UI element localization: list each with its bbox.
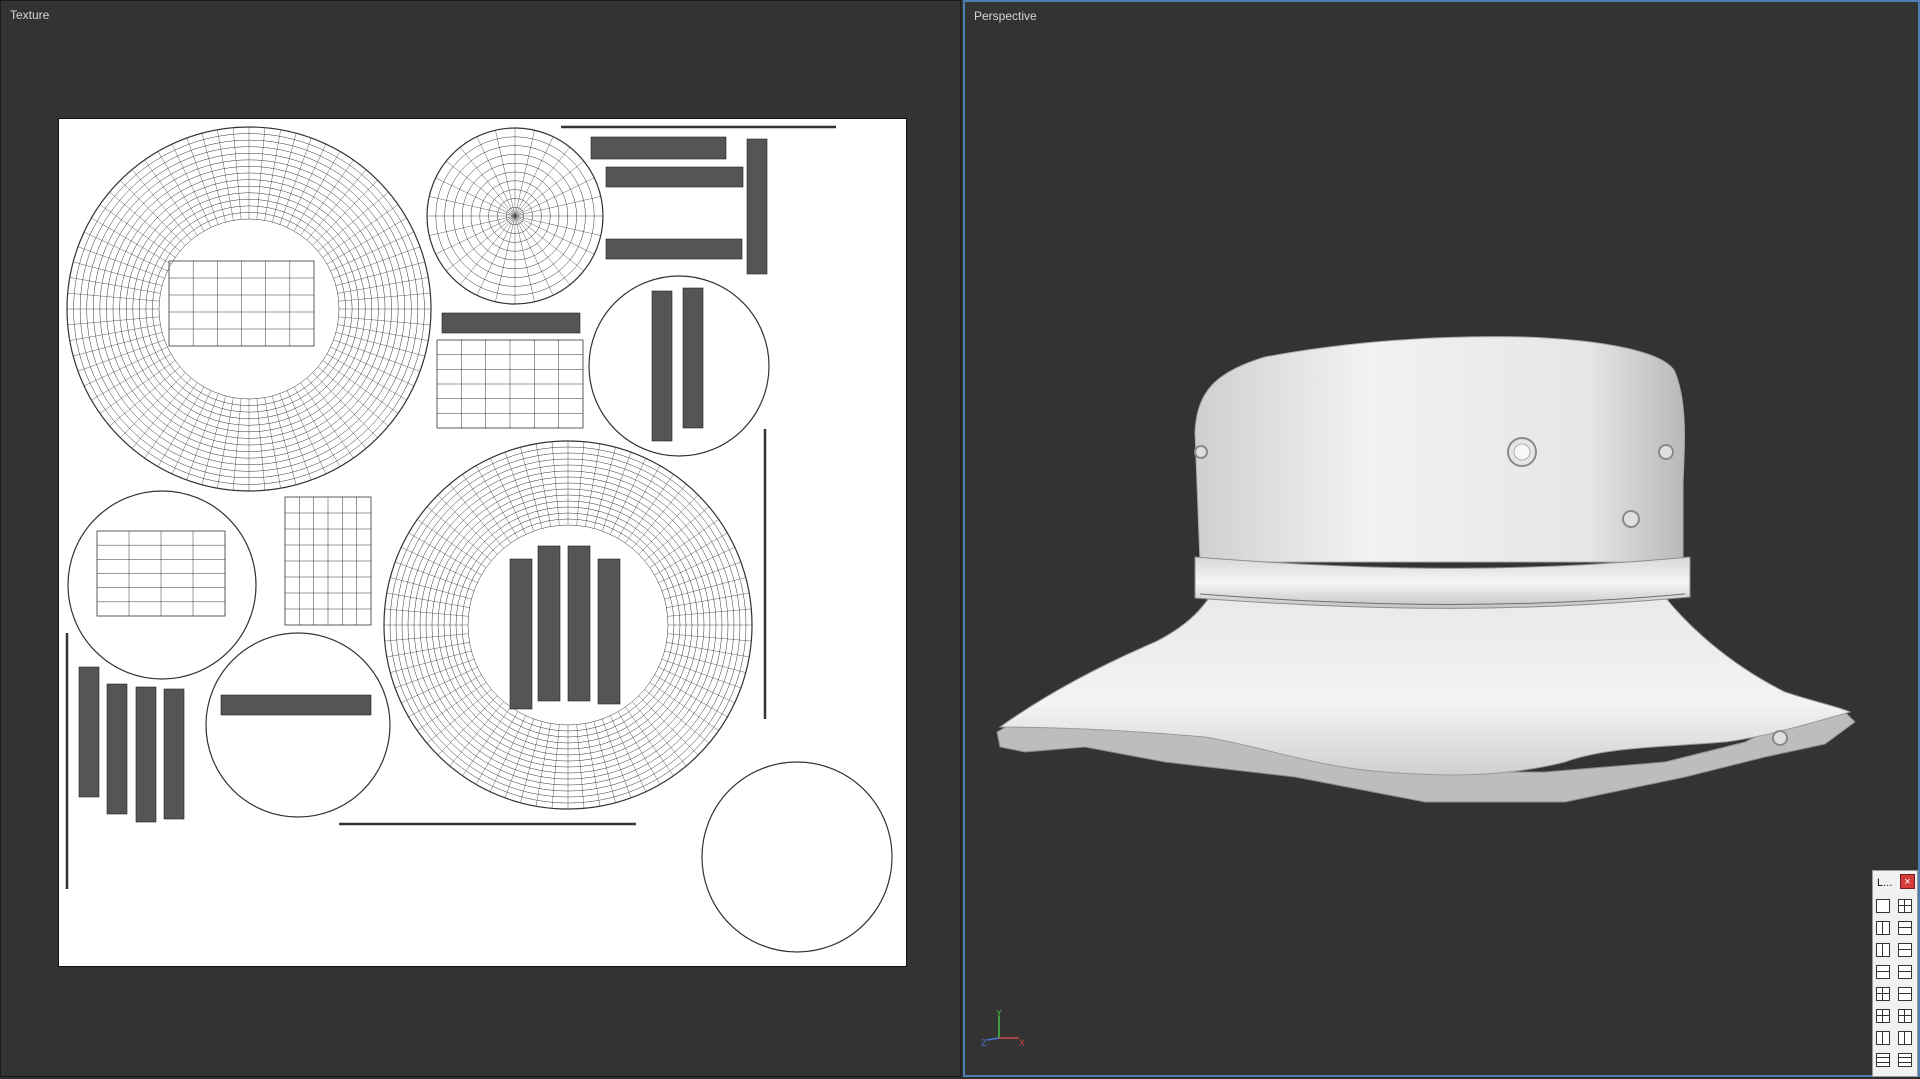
layout-three-top-icon[interactable] (1876, 1053, 1890, 1067)
texture-viewport[interactable]: Texture (0, 0, 961, 1077)
layout-split-vertical-icon[interactable] (1876, 921, 1890, 935)
layout-split-vertical-icon[interactable] (1876, 943, 1890, 957)
hat-band (1194, 556, 1691, 609)
layout-three-right-icon[interactable] (1898, 1031, 1912, 1045)
layout-quad-icon[interactable] (1876, 987, 1890, 1001)
axis-gizmo: Y Z X (981, 1010, 1025, 1048)
axis-z-label: Z (981, 1038, 987, 1048)
eyelet (1658, 444, 1674, 460)
perspective-viewport[interactable]: Perspective Y Z X (963, 0, 1920, 1077)
layout-split-horizontal-icon[interactable] (1898, 965, 1912, 979)
layout-quad-icon[interactable] (1898, 899, 1912, 913)
axis-y-label: Y (996, 1010, 1002, 1018)
layout-three-left-icon[interactable] (1876, 1031, 1890, 1045)
eyelet (1622, 510, 1640, 528)
close-icon[interactable]: × (1900, 874, 1915, 889)
layout-single-icon[interactable] (1876, 899, 1890, 913)
layout-split-horizontal-icon[interactable] (1898, 921, 1912, 935)
hat-model[interactable] (965, 2, 1918, 1075)
layout-three-bottom-icon[interactable] (1898, 1053, 1912, 1067)
axis-x-label: X (1019, 1038, 1025, 1048)
layout-panel-title: L... (1877, 877, 1893, 889)
layout-split-horizontal-icon[interactable] (1876, 965, 1890, 979)
uv-texture-sheet (58, 118, 907, 967)
layout-button-grid (1876, 899, 1916, 1075)
layout-quad-icon[interactable] (1876, 1009, 1890, 1023)
uv-layout (65, 125, 893, 953)
layout-split-horizontal-icon[interactable] (1898, 943, 1912, 957)
layout-quad-icon[interactable] (1898, 1009, 1912, 1023)
crown (1194, 336, 1686, 563)
layout-split-horizontal-icon[interactable] (1898, 987, 1912, 1001)
eyelet (1194, 445, 1208, 459)
viewport-layout-panel[interactable]: L... × (1872, 870, 1918, 1077)
eyelet (1772, 730, 1788, 746)
texture-viewport-label: Texture (10, 8, 50, 22)
